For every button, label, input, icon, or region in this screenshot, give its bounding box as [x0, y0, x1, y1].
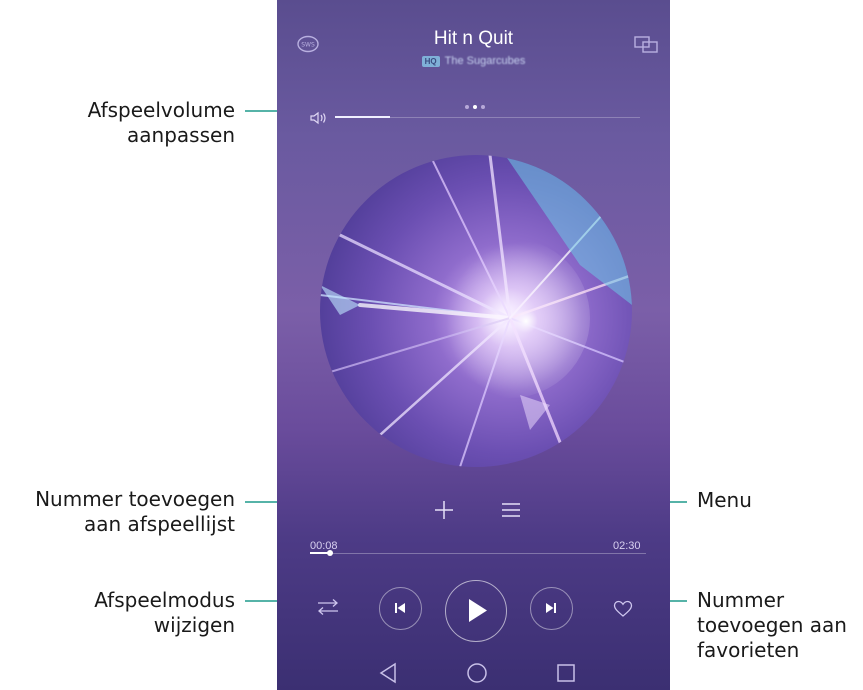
volume-slider-fill: [335, 116, 390, 118]
speaker-icon[interactable]: [309, 110, 329, 129]
elapsed-time: 00:08: [310, 540, 338, 552]
play-button[interactable]: [445, 580, 507, 642]
nav-recents-icon[interactable]: [557, 664, 575, 682]
skip-next-icon: [546, 603, 556, 613]
play-mode-icon[interactable]: [317, 598, 339, 620]
artist-name: The Sugarcubes: [444, 55, 526, 68]
nav-home-icon[interactable]: [467, 663, 487, 683]
album-art-burst: [320, 155, 632, 467]
album-art: [320, 155, 632, 467]
callout-play-mode: Afspeelmodus wijzigen: [94, 588, 235, 637]
previous-button[interactable]: [379, 587, 422, 630]
callout-menu: Menu: [697, 488, 752, 512]
page-dot: [465, 105, 469, 109]
progress-bar[interactable]: [310, 553, 646, 554]
page-dot-active: [473, 105, 477, 109]
heart-icon[interactable]: [613, 600, 633, 622]
callout-add-playlist: Nummer toevoegen aan afspeellijst: [35, 487, 235, 536]
callout-favorites: Nummer toevoegen aan favorieten: [697, 588, 847, 662]
progress-handle[interactable]: [327, 550, 333, 556]
nav-back-icon[interactable]: [379, 662, 396, 684]
callout-volume: Afspeelvolume aanpassen: [87, 98, 235, 147]
plus-icon[interactable]: [433, 499, 455, 525]
navigation-bar: [277, 654, 670, 690]
skip-previous-icon: [395, 603, 405, 613]
page-indicator: [463, 94, 487, 113]
music-player-screen: SWS Hit n Quit HQ The Sugarcubes 00:08 0…: [277, 0, 670, 690]
total-time: 02:30: [613, 540, 641, 552]
next-button[interactable]: [530, 587, 573, 630]
screen-cast-icon[interactable]: [633, 35, 659, 59]
play-icon: [469, 599, 487, 622]
menu-lines-icon[interactable]: [501, 502, 521, 522]
hq-badge: HQ: [421, 55, 440, 67]
song-subtitle: HQ The Sugarcubes: [277, 55, 670, 67]
page-dot: [481, 105, 485, 109]
song-title: Hit n Quit: [433, 28, 514, 49]
